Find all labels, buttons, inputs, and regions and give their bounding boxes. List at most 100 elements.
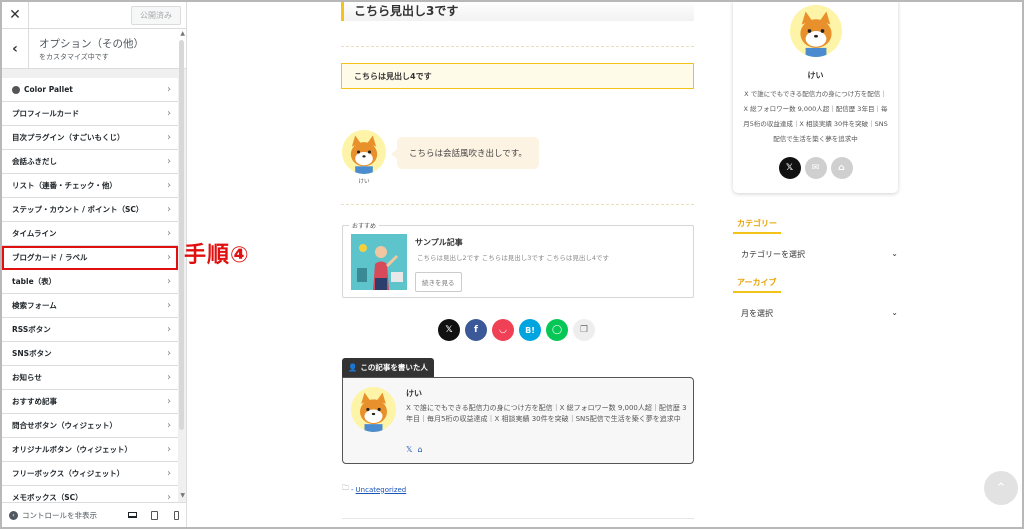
chevron-right-icon: › bbox=[167, 156, 171, 167]
share-buttons: 𝕏 f ◡ B! ◯ ❐ bbox=[438, 319, 595, 341]
author-tab: 👤 この記事を書いた人 bbox=[342, 358, 434, 377]
chevron-right-icon: › bbox=[167, 420, 171, 431]
hatena-icon[interactable]: B! bbox=[519, 319, 541, 341]
menu-item-original-button[interactable]: オリジナルボタン（ウィジェット） › bbox=[2, 438, 178, 462]
profile-card: けい X で誰にでもできる配信力の身につけ方を配信｜X 総フォロワー数 9,00… bbox=[733, 0, 898, 193]
category-widget-title: カテゴリー bbox=[733, 218, 781, 234]
hide-controls-button[interactable]: ‹ コントロールを非表示 bbox=[9, 510, 97, 521]
scroll-to-top-button[interactable]: ⌃ bbox=[984, 471, 1018, 505]
divider bbox=[341, 46, 694, 47]
section-title: オプション（その他） bbox=[39, 37, 144, 50]
customizer-panel: ✕ 公開済み ‹ オプション（その他） をカスタマイズ中です ▲ ▼ Color… bbox=[2, 2, 187, 527]
menu-item-list[interactable]: リスト（連番・チェック・他） › bbox=[2, 174, 178, 198]
author-name: けい bbox=[406, 389, 422, 398]
chevron-up-icon: ⌃ bbox=[995, 480, 1007, 496]
scroll-down-arrow-icon[interactable]: ▼ bbox=[180, 492, 185, 499]
profile-avatar bbox=[790, 5, 842, 57]
pocket-icon[interactable]: ◡ bbox=[492, 319, 514, 341]
palette-icon bbox=[12, 85, 20, 94]
archive-select[interactable]: 月を選択 ⌄ bbox=[741, 308, 898, 319]
recommend-title[interactable]: サンプル記事 bbox=[415, 237, 463, 248]
menu-item-notice[interactable]: お知らせ › bbox=[2, 366, 178, 390]
menu-item-profile-card[interactable]: プロフィールカード › bbox=[2, 102, 178, 126]
back-arrow-icon[interactable]: ‹ bbox=[2, 28, 29, 69]
shiba-dog-icon bbox=[800, 11, 832, 57]
x-icon[interactable]: 𝕏 bbox=[406, 445, 412, 454]
chevron-right-icon: › bbox=[167, 300, 171, 311]
chevron-right-icon: › bbox=[167, 228, 171, 239]
person-illustration-icon bbox=[351, 234, 407, 290]
home-icon[interactable]: ⌂ bbox=[417, 445, 422, 454]
shiba-dog-icon bbox=[360, 392, 387, 432]
read-more-button[interactable]: 続きを見る bbox=[415, 272, 462, 292]
chevron-right-icon: › bbox=[167, 372, 171, 383]
copy-icon[interactable]: ❐ bbox=[573, 319, 595, 341]
folder-icon: 🗀 bbox=[342, 484, 349, 492]
chevron-right-icon: › bbox=[167, 108, 171, 119]
menu-item-rss-button[interactable]: RSSボタン › bbox=[2, 318, 178, 342]
chevron-right-icon: › bbox=[167, 468, 171, 479]
chevron-right-icon: › bbox=[167, 252, 171, 263]
article-thumbnail[interactable] bbox=[351, 234, 407, 290]
chevron-right-icon: › bbox=[167, 396, 171, 407]
archive-widget-title: アーカイブ bbox=[733, 277, 781, 293]
speech-bubble: こちらは会話風吹き出しです。 bbox=[391, 137, 539, 169]
menu-item-free-box[interactable]: フリーボックス（ウィジェット） › bbox=[2, 462, 178, 486]
home-icon[interactable]: ⌂ bbox=[830, 157, 853, 179]
chevron-right-icon: › bbox=[167, 180, 171, 191]
step-annotation: 手順④ bbox=[184, 243, 250, 268]
menu-item-search-form[interactable]: 検索フォーム › bbox=[2, 294, 178, 318]
menu-item-table[interactable]: table（表） › bbox=[2, 270, 178, 294]
chevron-right-icon: › bbox=[167, 276, 171, 287]
post-category: 🗀 - Uncategorized bbox=[342, 484, 407, 494]
author-avatar bbox=[351, 387, 396, 432]
section-header: ‹ オプション（その他） をカスタマイズ中です bbox=[2, 28, 186, 69]
tablet-preview-icon[interactable] bbox=[149, 510, 159, 520]
menu-item-color-pallet[interactable]: Color Pallet › bbox=[2, 78, 178, 102]
chevron-down-icon: ⌄ bbox=[891, 249, 898, 258]
x-icon[interactable]: 𝕏 bbox=[778, 157, 801, 179]
divider bbox=[341, 204, 694, 205]
close-icon[interactable]: ✕ bbox=[2, 2, 29, 29]
section-subtitle: をカスタマイズ中です bbox=[39, 52, 109, 61]
hide-controls-icon: ‹ bbox=[9, 510, 18, 520]
profile-description: X で誰にでもできる配信力の身につけ方を配信｜X 総フォロワー数 9,000人超… bbox=[743, 90, 888, 143]
scroll-up-arrow-icon[interactable]: ▲ bbox=[180, 30, 185, 37]
menu-item-timeline[interactable]: タイムライン › bbox=[2, 222, 178, 246]
heading-4: こちらは見出し4です bbox=[341, 63, 694, 89]
menu-item-blog-card-label[interactable]: ブログカード / ラベル › bbox=[2, 246, 178, 270]
category-link[interactable]: Uncategorized bbox=[356, 486, 407, 494]
menu-item-speech-bubble[interactable]: 会話ふきだし › bbox=[2, 150, 178, 174]
chevron-right-icon: › bbox=[167, 84, 171, 95]
menu-item-recommended[interactable]: おすすめ記事 › bbox=[2, 390, 178, 414]
chevron-down-icon: ⌄ bbox=[891, 308, 898, 317]
publish-button[interactable]: 公開済み bbox=[131, 5, 181, 25]
facebook-icon[interactable]: f bbox=[465, 319, 487, 341]
mail-icon[interactable]: ✉ bbox=[804, 157, 827, 179]
line-icon[interactable]: ◯ bbox=[546, 319, 568, 341]
panel-top-bar: ✕ 公開済み bbox=[2, 2, 186, 29]
author-description: X で誰にでもできる配信力の身につけ方を配信｜X 総フォロワー数 9,000人超… bbox=[406, 404, 687, 423]
recommend-description: こちらは見出し2です こちらは見出し3です こちらは見出し4です bbox=[417, 254, 610, 262]
panel-scrollbar[interactable] bbox=[179, 40, 184, 430]
chevron-right-icon: › bbox=[167, 444, 171, 455]
mobile-preview-icon[interactable] bbox=[171, 510, 181, 520]
menu-item-contact-button[interactable]: 問合せボタン（ウィジェット） › bbox=[2, 414, 178, 438]
profile-name: けい bbox=[807, 71, 824, 80]
category-select[interactable]: カテゴリーを選択 ⌄ bbox=[741, 249, 898, 260]
x-icon[interactable]: 𝕏 bbox=[438, 319, 460, 341]
desktop-preview-icon[interactable] bbox=[127, 510, 137, 520]
options-menu: Color Pallet › プロフィールカード › 目次プラグイン（すごいもくじ）… bbox=[2, 78, 178, 510]
menu-item-sns-button[interactable]: SNSボタン › bbox=[2, 342, 178, 366]
menu-item-toc-plugin[interactable]: 目次プラグイン（すごいもくじ） › bbox=[2, 126, 178, 150]
recommend-tag: おすすめ bbox=[349, 221, 380, 230]
bubble-speaker-name: けい bbox=[358, 179, 370, 185]
author-box: けい X で誰にでもできる配信力の身につけ方を配信｜X 総フォロワー数 9,00… bbox=[342, 377, 694, 464]
shiba-dog-icon bbox=[350, 135, 378, 174]
divider bbox=[342, 518, 694, 519]
speech-bubble-block: けい こちらは会話風吹き出しです。 bbox=[341, 130, 539, 185]
menu-item-step-count[interactable]: ステップ・カウント / ポイント（SC） › bbox=[2, 198, 178, 222]
user-icon: 👤 bbox=[348, 363, 358, 372]
heading-3: こちら見出し3です bbox=[341, 0, 694, 21]
recommended-article-card[interactable]: おすすめ サンプル記事 こちらは見出し2です こちらは見出し3です こちらは見出… bbox=[342, 221, 694, 298]
